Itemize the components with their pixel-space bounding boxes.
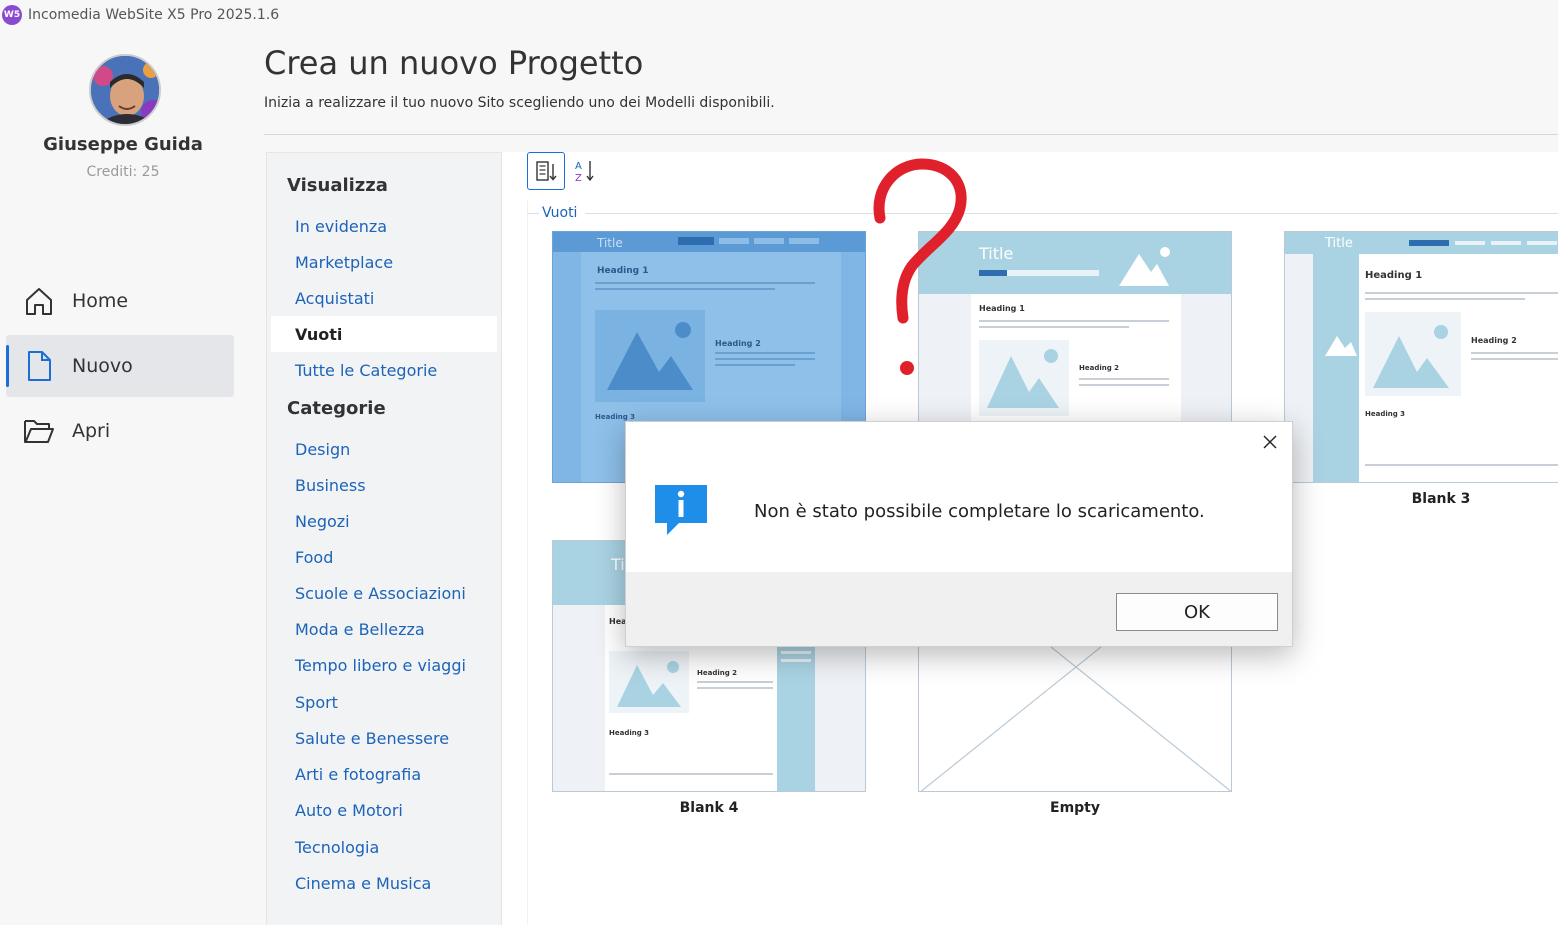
sort-order-button[interactable] [527, 152, 565, 190]
info-icon [655, 485, 707, 535]
ok-button[interactable]: OK [1116, 593, 1278, 631]
svg-text:Z: Z [575, 173, 582, 184]
template-thumb-3-heading3: Heading 3 [1365, 410, 1406, 418]
template-thumb-4-heading3: Heading 3 [609, 729, 650, 737]
user-credits: Crediti: 25 [86, 164, 160, 180]
new-document-icon [22, 349, 56, 383]
category-design[interactable]: Design [271, 431, 497, 467]
template-thumb-2-title: Title [979, 244, 1014, 263]
app-logo-icon: W5 [2, 5, 22, 25]
template-label-empty[interactable]: Empty [918, 800, 1232, 816]
template-thumb-3[interactable]: Title Heading 1 Heading 2 Heading 3 [1284, 231, 1558, 483]
dialog-footer: OK [626, 572, 1292, 646]
template-thumb-4-heading2: Heading 2 [697, 669, 738, 677]
user-name: Giuseppe Guida [43, 134, 203, 155]
nav-open-label: Apri [72, 420, 111, 442]
view-vuoti[interactable]: Vuoti [271, 316, 497, 352]
nav-new[interactable]: Nuovo [6, 335, 234, 397]
category-tecnologia[interactable]: Tecnologia [271, 829, 497, 865]
nav-new-label: Nuovo [72, 355, 133, 377]
avatar[interactable] [89, 54, 161, 126]
template-thumb-3-heading2: Heading 2 [1471, 336, 1517, 345]
view-in-evidenza[interactable]: In evidenza [271, 208, 497, 244]
page-subtitle: Inizia a realizzare il tuo nuovo Sito sc… [264, 95, 775, 111]
svg-text:A: A [575, 161, 582, 172]
categories-heading: Categorie [287, 398, 386, 419]
category-cinema[interactable]: Cinema e Musica [271, 865, 497, 901]
view-heading: Visualizza [287, 175, 388, 196]
error-dialog: Non è stato possibile completare lo scar… [625, 421, 1293, 647]
left-sidebar: Giuseppe Guida Crediti: 25 Home Nuovo Ap… [0, 30, 246, 925]
view-acquistati[interactable]: Acquistati [271, 280, 497, 316]
category-business[interactable]: Business [271, 467, 497, 503]
nav-open[interactable]: Apri [6, 400, 234, 462]
category-sport[interactable]: Sport [271, 684, 497, 720]
category-auto[interactable]: Auto e Motori [271, 792, 497, 828]
view-tutte-le-categorie[interactable]: Tutte le Categorie [271, 352, 497, 388]
template-thumb-1-title: Title [597, 236, 623, 250]
group-divider [585, 213, 1558, 214]
template-thumb-2-heading2: Heading 2 [1079, 364, 1120, 372]
category-salute[interactable]: Salute e Benessere [271, 720, 497, 756]
sort-list-icon [536, 161, 557, 181]
category-arti[interactable]: Arti e fotografia [271, 756, 497, 792]
app-title: Incomedia WebSite X5 Pro 2025.1.6 [28, 7, 280, 23]
gallery-border [527, 200, 528, 925]
template-label-3[interactable]: Blank 3 [1284, 491, 1558, 507]
category-scuole[interactable]: Scuole e Associazioni [271, 575, 497, 611]
category-negozi[interactable]: Negozi [271, 503, 497, 539]
category-moda[interactable]: Moda e Bellezza [271, 611, 497, 647]
group-label: Vuoti [542, 205, 578, 221]
template-thumb-1-heading3: Heading 3 [595, 413, 636, 421]
group-divider-left [527, 213, 539, 214]
dialog-message: Non è stato possibile completare lo scar… [754, 501, 1205, 522]
template-thumb-3-heading1: Heading 1 [1365, 270, 1423, 281]
question-mark-icon [873, 158, 967, 375]
page-title: Crea un nuovo Progetto [264, 44, 644, 82]
folder-open-icon [22, 414, 56, 448]
nav-home-label: Home [72, 290, 129, 312]
template-thumb-4-title: Ti [611, 555, 625, 574]
template-thumb-1-heading2: Heading 2 [715, 339, 761, 348]
template-thumb-4-heading1: Hea [609, 617, 627, 626]
header-divider [264, 134, 1558, 135]
nav-home[interactable]: Home [6, 270, 234, 332]
view-marketplace[interactable]: Marketplace [271, 244, 497, 280]
home-icon [22, 284, 56, 318]
title-bar: W5 Incomedia WebSite X5 Pro 2025.1.6 [0, 0, 1558, 30]
template-thumb-3-title: Title [1325, 236, 1353, 251]
avatar-photo [91, 56, 159, 124]
template-thumb-2-heading1: Heading 1 [979, 304, 1025, 313]
sort-az-icon: A Z [575, 161, 594, 184]
close-icon[interactable] [1260, 432, 1280, 452]
sort-alpha-button[interactable]: A Z [566, 152, 604, 190]
category-tempo-libero[interactable]: Tempo libero e viaggi [271, 647, 497, 683]
template-label-4[interactable]: Blank 4 [552, 800, 866, 816]
category-panel: Visualizza In evidenza Marketplace Acqui… [266, 152, 502, 925]
template-thumb-1-heading1: Heading 1 [597, 266, 649, 276]
category-food[interactable]: Food [271, 539, 497, 575]
